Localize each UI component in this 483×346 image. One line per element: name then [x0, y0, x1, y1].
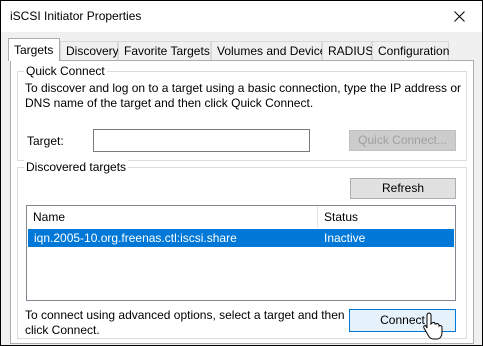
target-row[interactable]: iqn.2005-10.org.freenas.ctl:iscsi.share …	[28, 229, 454, 247]
target-name: iqn.2005-10.org.freenas.ctl:iscsi.share	[34, 231, 237, 245]
target-status: Inactive	[324, 231, 366, 245]
tab-radius[interactable]: RADIUS	[322, 41, 374, 60]
target-label: Target:	[27, 134, 64, 148]
close-button[interactable]	[436, 1, 482, 32]
tab-label: Discovery	[66, 44, 119, 58]
quick-connect-group: Quick Connect To discover and log on to …	[17, 64, 467, 161]
targets-tab-panel: Quick Connect To discover and log on to …	[10, 60, 474, 344]
quick-connect-description-line1: To discover and log on to a target using…	[25, 81, 462, 95]
tab-favorite-targets[interactable]: Favorite Targets	[118, 41, 211, 60]
target-input[interactable]	[93, 129, 310, 152]
connect-hint: To connect using advanced options, selec…	[25, 308, 345, 338]
tab-discovery[interactable]: Discovery	[60, 41, 119, 60]
discovered-targets-group: Discovered targets Refresh Name Status i…	[17, 160, 467, 339]
column-header-status[interactable]: Status	[318, 206, 455, 228]
quick-connect-button[interactable]: Quick Connect...	[349, 130, 456, 151]
column-header-name[interactable]: Name	[27, 206, 317, 228]
list-header: Name Status	[27, 206, 455, 228]
tab-configuration[interactable]: Configuration	[372, 41, 449, 60]
discovered-targets-legend: Discovered targets	[24, 160, 129, 174]
tab-label: RADIUS	[328, 44, 374, 58]
tab-label: Targets	[14, 43, 54, 57]
title-bar: iSCSI Initiator Properties	[1, 1, 482, 32]
tab-label: Configuration	[378, 44, 450, 58]
tab-label: Favorite Targets	[124, 44, 210, 58]
iscsi-properties-window: iSCSI Initiator Properties Targets Disco…	[0, 0, 483, 346]
connect-hint-line1: To connect using advanced options, selec…	[25, 308, 345, 322]
connect-button[interactable]: Connect	[349, 309, 456, 332]
quick-connect-description-line2: DNS name of the target and then click Qu…	[25, 96, 314, 110]
targets-list[interactable]: Name Status iqn.2005-10.org.freenas.ctl:…	[26, 205, 456, 301]
close-icon	[453, 11, 465, 22]
quick-connect-description: To discover and log on to a target using…	[25, 81, 461, 111]
refresh-button[interactable]: Refresh	[350, 178, 456, 199]
connect-hint-line2: click Connect.	[25, 323, 100, 337]
tab-targets[interactable]: Targets	[8, 38, 60, 61]
tab-volumes-and-devices[interactable]: Volumes and Devices	[211, 41, 332, 60]
quick-connect-legend: Quick Connect	[24, 64, 107, 78]
tab-label: Volumes and Devices	[217, 44, 333, 58]
window-title: iSCSI Initiator Properties	[10, 9, 142, 23]
